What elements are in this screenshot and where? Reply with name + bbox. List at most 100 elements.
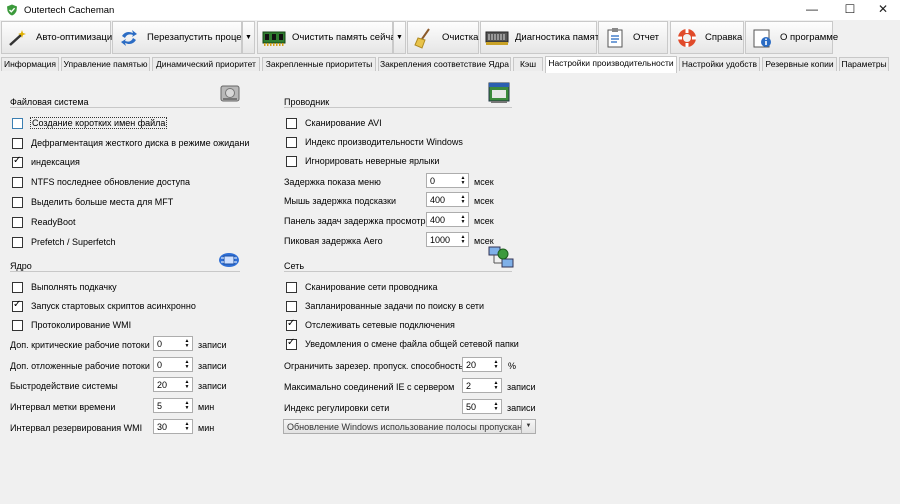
tab-parameters[interactable]: Параметры bbox=[839, 57, 889, 71]
checkbox-box[interactable] bbox=[286, 136, 297, 148]
auto-optimize-button[interactable]: Авто-оптимизация bbox=[1, 21, 117, 54]
track-network-connections-checkbox[interactable]: ✓ Отслеживать сетевые подключения bbox=[286, 318, 455, 332]
spinner-value[interactable]: 400 bbox=[427, 195, 458, 205]
mouse-hover-delay-spinner[interactable]: 400 ▲ ▼ bbox=[426, 192, 469, 207]
clear-memory-button[interactable]: Очистить память сейчас! bbox=[257, 21, 403, 54]
delayed-worker-threads-spinner[interactable]: 0 ▲ ▼ bbox=[153, 357, 193, 372]
short-filenames-checkbox[interactable]: Создание коротких имен файла bbox=[12, 116, 168, 130]
chevron-down-icon[interactable]: ▼ bbox=[521, 420, 535, 433]
cleanup-button[interactable]: Очистка bbox=[407, 21, 479, 54]
spinner-value[interactable]: 50 bbox=[463, 402, 491, 412]
explorer-network-scan-checkbox[interactable]: Сканирование сети проводника bbox=[286, 280, 437, 294]
checkbox-box[interactable] bbox=[12, 319, 23, 331]
shared-folder-notifications-checkbox[interactable]: ✓ Уведомления о смене файла общей сетево… bbox=[286, 337, 519, 351]
spinner-value[interactable]: 0 bbox=[427, 176, 458, 186]
spinner-arrows[interactable]: ▲ ▼ bbox=[458, 213, 468, 226]
wmi-logging-checkbox[interactable]: Протоколирование WMI bbox=[12, 318, 131, 332]
windows-update-bandwidth-dropdown[interactable]: Обновление Windows использование полосы … bbox=[283, 419, 536, 434]
spinner-value[interactable]: 1000 bbox=[427, 235, 458, 245]
tab-cache[interactable]: Кэш bbox=[513, 57, 543, 71]
tab-core-affinity[interactable]: Закрепления соответствие Ядра bbox=[378, 57, 511, 71]
checkbox-box[interactable] bbox=[12, 176, 23, 188]
spinner-arrows[interactable]: ▲ ▼ bbox=[182, 420, 192, 433]
spinner-arrows[interactable]: ▲ ▼ bbox=[491, 379, 501, 392]
taskbar-preview-delay-spinner[interactable]: 400 ▲ ▼ bbox=[426, 212, 469, 227]
spinner-arrows[interactable]: ▲ ▼ bbox=[458, 233, 468, 246]
about-button[interactable]: О программе bbox=[745, 21, 838, 54]
spinner-arrows[interactable]: ▲ ▼ bbox=[182, 358, 192, 371]
tab-information[interactable]: Информация bbox=[1, 57, 59, 71]
avi-scan-checkbox[interactable]: Сканирование AVI bbox=[286, 116, 382, 130]
checkbox-box[interactable] bbox=[286, 281, 297, 293]
spinner-arrows[interactable]: ▲ ▼ bbox=[458, 174, 468, 187]
spinner-value[interactable]: 5 bbox=[154, 401, 182, 411]
checkbox-box[interactable] bbox=[12, 137, 23, 149]
memory-diagnostics-button[interactable]: Диагностика памяти bbox=[480, 21, 604, 54]
minimize-button[interactable]: — bbox=[795, 0, 829, 20]
aero-peek-delay-spinner[interactable]: 1000 ▲ ▼ bbox=[426, 232, 469, 247]
spinner-arrows[interactable]: ▲ ▼ bbox=[182, 337, 192, 350]
taskbar-preview-delay-label: Панель задач задержка просмотра bbox=[284, 216, 431, 226]
check-mark-icon: ✓ bbox=[287, 317, 296, 329]
spinner-arrows[interactable]: ▲ ▼ bbox=[182, 378, 192, 391]
critical-worker-threads-spinner[interactable]: 0 ▲ ▼ bbox=[153, 336, 193, 351]
checkbox-box[interactable]: ✓ bbox=[286, 317, 297, 331]
timestamp-interval-spinner[interactable]: 5 ▲ ▼ bbox=[153, 398, 193, 413]
checkbox-box[interactable]: ✓ bbox=[286, 337, 297, 350]
checkbox-box[interactable] bbox=[286, 155, 297, 167]
spinner-arrows[interactable]: ▲ ▼ bbox=[491, 400, 501, 413]
restart-process-label: Перезапустить процесс bbox=[147, 32, 252, 43]
network-throttling-index-spinner[interactable]: 50 ▲ ▼ bbox=[462, 399, 502, 414]
reserved-bandwidth-spinner[interactable]: 20 ▲ ▼ bbox=[462, 357, 502, 372]
async-startup-scripts-checkbox[interactable]: ✓ Запуск стартовых скриптов асинхронно bbox=[12, 299, 196, 313]
idle-defrag-checkbox[interactable]: Дефрагментация жесткого диска в режиме о… bbox=[12, 136, 249, 150]
auto-optimize-label: Авто-оптимизация bbox=[36, 32, 118, 43]
tab-dynamic-priority[interactable]: Динамический приоритет bbox=[152, 57, 260, 71]
checkbox-box[interactable] bbox=[12, 196, 23, 208]
close-button[interactable]: ✕ bbox=[866, 0, 900, 20]
checkbox-box[interactable] bbox=[12, 117, 23, 129]
spinner-arrows[interactable]: ▲ ▼ bbox=[182, 399, 192, 412]
menu-show-delay-spinner[interactable]: 0 ▲ ▼ bbox=[426, 173, 469, 188]
spinner-value[interactable]: 2 bbox=[463, 381, 491, 391]
report-button[interactable]: Отчет bbox=[598, 21, 668, 54]
spinner-value[interactable]: 20 bbox=[463, 360, 491, 370]
spinner-value[interactable]: 0 bbox=[154, 339, 182, 349]
help-button[interactable]: Справка bbox=[670, 21, 744, 54]
spinner-value[interactable]: 20 bbox=[154, 380, 182, 390]
ie-max-connections-spinner[interactable]: 2 ▲ ▼ bbox=[462, 378, 502, 393]
ntfs-last-access-checkbox[interactable]: NTFS последнее обновление доступа bbox=[12, 175, 190, 189]
clear-memory-dropdown[interactable]: ▼ bbox=[393, 21, 406, 54]
paging-executive-checkbox[interactable]: Выполнять подкачку bbox=[12, 280, 117, 294]
spinner-value[interactable]: 0 bbox=[154, 360, 182, 370]
checkbox-box[interactable]: ✓ bbox=[12, 299, 23, 312]
spinner-arrows[interactable]: ▲ ▼ bbox=[458, 193, 468, 206]
scheduled-tasks-search-checkbox[interactable]: Запланированные задачи по поиску в сети bbox=[286, 299, 484, 313]
tab-fixed-priorities[interactable]: Закрепленные приоритеты bbox=[262, 57, 376, 71]
spinner-value[interactable]: 30 bbox=[154, 422, 182, 432]
tab-backups[interactable]: Резервные копии bbox=[762, 57, 837, 71]
ignore-broken-shortcuts-checkbox[interactable]: Игнорировать неверные ярлыки bbox=[286, 154, 439, 168]
restart-process-dropdown[interactable]: ▼ bbox=[242, 21, 255, 54]
mft-space-checkbox[interactable]: Выделить больше места для MFT bbox=[12, 195, 173, 209]
prefetch-checkbox[interactable]: Prefetch / Superfetch bbox=[12, 235, 116, 249]
windows-performance-index-checkbox[interactable]: Индекс производительности Windows bbox=[286, 135, 463, 149]
tab-performance-settings[interactable]: Настройки производительности bbox=[545, 56, 677, 73]
tab-memory-management[interactable]: Управление памятью bbox=[61, 57, 150, 71]
checkbox-box[interactable] bbox=[12, 216, 23, 228]
checkbox-box[interactable]: ✓ bbox=[12, 155, 23, 168]
tab-convenience-settings[interactable]: Настройки удобств bbox=[679, 57, 760, 71]
spinner-value[interactable]: 400 bbox=[427, 215, 458, 225]
wmi-backup-interval-spinner[interactable]: 30 ▲ ▼ bbox=[153, 419, 193, 434]
readyboot-checkbox[interactable]: ReadyBoot bbox=[12, 215, 76, 229]
checkbox-box[interactable] bbox=[12, 281, 23, 293]
restart-process-button[interactable]: Перезапустить процесс bbox=[112, 21, 251, 54]
window-title: Outertech Cacheman bbox=[24, 5, 115, 16]
indexing-checkbox[interactable]: ✓ индексация bbox=[12, 155, 80, 169]
checkbox-box[interactable] bbox=[12, 236, 23, 248]
checkbox-box[interactable] bbox=[286, 300, 297, 312]
maximize-button[interactable]: ☐ bbox=[833, 0, 867, 20]
spinner-arrows[interactable]: ▲ ▼ bbox=[491, 358, 501, 371]
checkbox-box[interactable] bbox=[286, 117, 297, 129]
system-responsiveness-spinner[interactable]: 20 ▲ ▼ bbox=[153, 377, 193, 392]
